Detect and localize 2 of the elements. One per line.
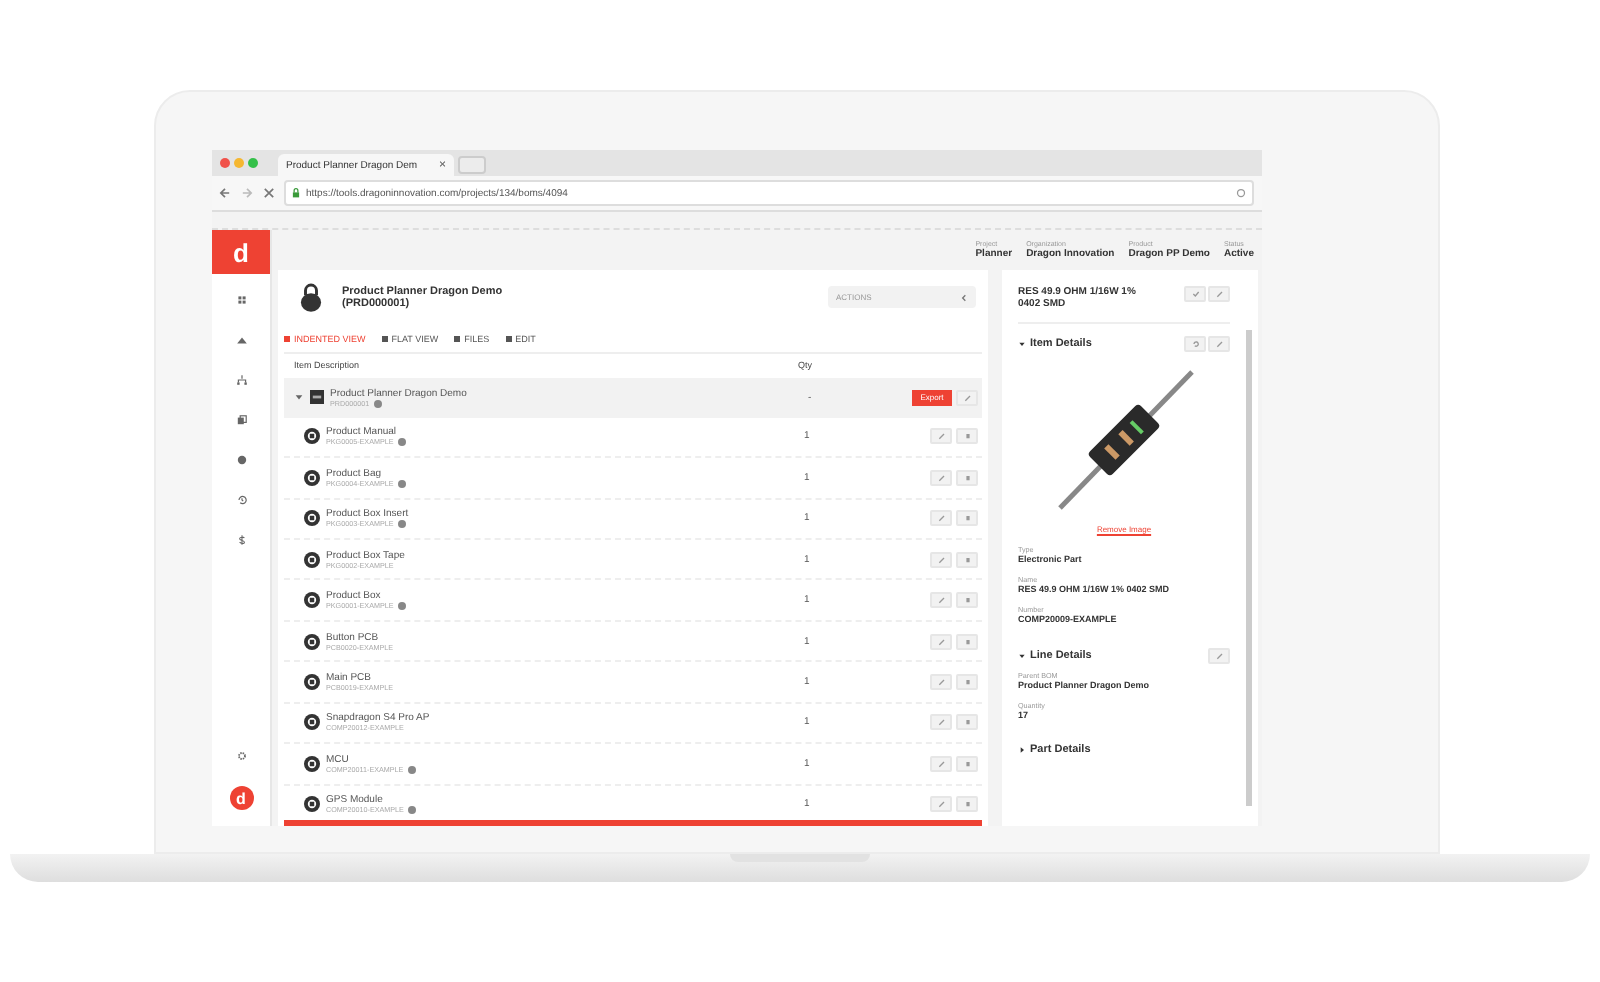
logo[interactable]: d (212, 230, 270, 274)
user-avatar[interactable]: d (229, 786, 253, 810)
